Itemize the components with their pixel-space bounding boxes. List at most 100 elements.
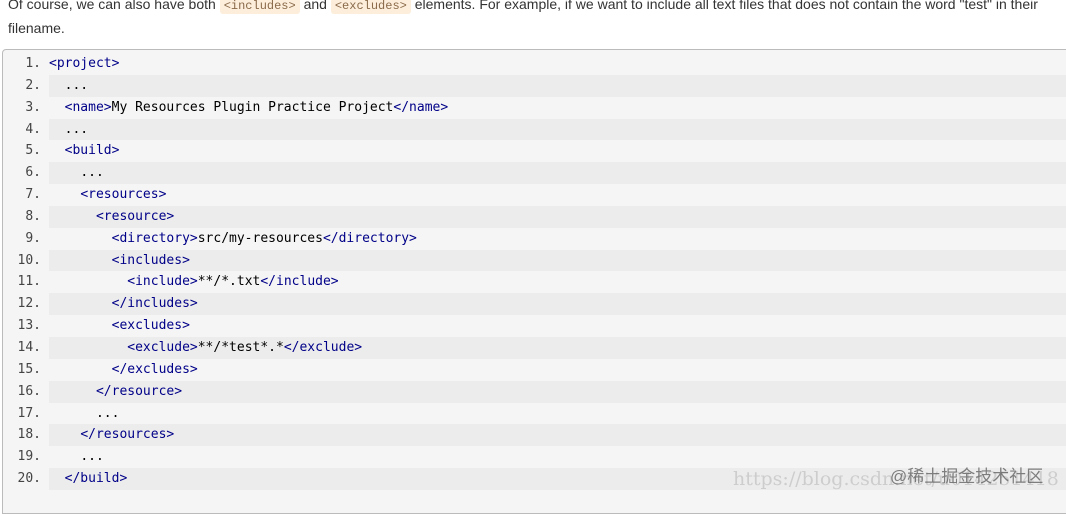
line-number: 9.: [25, 230, 41, 246]
code-text: ...: [64, 121, 89, 137]
line-content: <name>My Resources Plugin Practice Proje…: [49, 97, 1066, 119]
line-number: 6.: [25, 165, 41, 181]
code-line: 2. ...: [3, 74, 1066, 97]
line-content: <includes>: [49, 249, 1066, 272]
line-number: 18.: [17, 427, 41, 443]
code-line: 3. <name>My Resources Plugin Practice Pr…: [3, 97, 1066, 119]
line-number: 4.: [25, 121, 41, 137]
xml-tag: </resource>: [95, 383, 183, 399]
xml-tag: <include>: [127, 274, 198, 290]
xml-tag: <excludes>: [111, 318, 190, 334]
line-content: ...: [49, 74, 1066, 97]
line-number: 15.: [17, 361, 41, 377]
line-number: 14.: [17, 339, 41, 355]
line-number: 1.: [25, 56, 41, 71]
xml-tag: </name>: [393, 99, 449, 115]
line-content: </includes>: [49, 293, 1066, 316]
xml-tag: <project>: [49, 56, 120, 71]
code-text: My Resources Plugin Practice Project: [111, 99, 394, 115]
code-line: 11. <include>**/*.txt</include>: [3, 271, 1066, 293]
line-number: 13.: [17, 318, 41, 334]
xml-tag: <resources>: [80, 187, 167, 203]
code-text: ...: [95, 405, 120, 421]
code-text: ...: [80, 165, 104, 181]
line-content: <build>: [49, 140, 1066, 162]
line-number: 20.: [17, 471, 41, 487]
xml-tag: </excludes>: [111, 361, 198, 377]
line-number: 3.: [25, 99, 41, 115]
line-number: 19.: [17, 449, 41, 465]
code-block: 1. <project> 2. ... 3. <name>My Resources P…: [2, 49, 1066, 514]
code-text: ...: [80, 449, 104, 465]
xml-tag: <exclude>: [127, 339, 198, 355]
line-content: <resources>: [49, 184, 1066, 206]
xml-tag: <name>: [64, 99, 112, 115]
xml-tag: <build>: [64, 143, 120, 159]
code-text: ...: [64, 77, 89, 93]
inline-code-excludes: <excludes>: [330, 0, 411, 14]
line-content: <exclude>**/*test*.*</exclude>: [49, 336, 1066, 359]
line-content: <resource>: [49, 205, 1066, 228]
code-text: src/my-resources: [197, 230, 323, 246]
line-number: 12.: [17, 296, 41, 312]
xml-tag: </build>: [64, 471, 128, 487]
code-line: 13. <excludes>: [3, 315, 1066, 337]
line-content: ...: [49, 162, 1066, 185]
code-text: **/*test*.*: [197, 339, 284, 355]
xml-tag: </include>: [260, 274, 339, 290]
code-line: 10. <includes>: [3, 249, 1066, 272]
xml-tag: </exclude>: [283, 339, 363, 355]
code-line: 12. </includes>: [3, 293, 1066, 316]
code-line: 17. ...: [3, 403, 1066, 425]
code-text: **/*.txt: [197, 274, 261, 290]
para-text: Of course, we can also have both: [8, 0, 220, 12]
line-content: <excludes>: [49, 315, 1066, 337]
xml-tag: <resource>: [95, 208, 175, 224]
line-content: ...: [49, 403, 1066, 425]
code-line: 18. </resources>: [3, 424, 1066, 447]
line-number: 5.: [25, 143, 41, 159]
code-line: 7. <resources>: [3, 184, 1066, 206]
line-number: 2.: [25, 77, 41, 93]
line-content: </resources>: [49, 424, 1066, 447]
code-line: 6. ...: [3, 162, 1066, 185]
code-line: 9. <directory>src/my-resources</director…: [3, 228, 1066, 250]
line-content: <include>**/*.txt</include>: [49, 271, 1066, 293]
line-content: </resource>: [49, 380, 1066, 403]
line-content: <directory>src/my-resources</directory>: [49, 228, 1066, 250]
xml-tag: <includes>: [111, 252, 190, 268]
intro-paragraph: Of course, we can also have both <includ…: [8, 0, 1058, 39]
line-number: 17.: [17, 405, 41, 421]
xml-tag: </resources>: [80, 427, 175, 443]
line-content: </excludes>: [49, 359, 1066, 381]
code-line: 1. <project>: [3, 53, 1066, 75]
line-number: 11.: [17, 274, 41, 290]
line-content: <project>: [49, 53, 1066, 75]
code-line: 15. </excludes>: [3, 359, 1066, 381]
xml-tag: <directory>: [111, 230, 198, 246]
code-line: 14. <exclude>**/*test*.*</exclude>: [3, 336, 1066, 359]
line-content: ...: [49, 118, 1066, 141]
inline-code-includes: <includes>: [219, 0, 300, 14]
code-line: 4. ...: [3, 118, 1066, 141]
line-number: 7.: [25, 187, 41, 203]
para-text: and: [299, 0, 331, 12]
line-number: 10.: [17, 252, 41, 268]
